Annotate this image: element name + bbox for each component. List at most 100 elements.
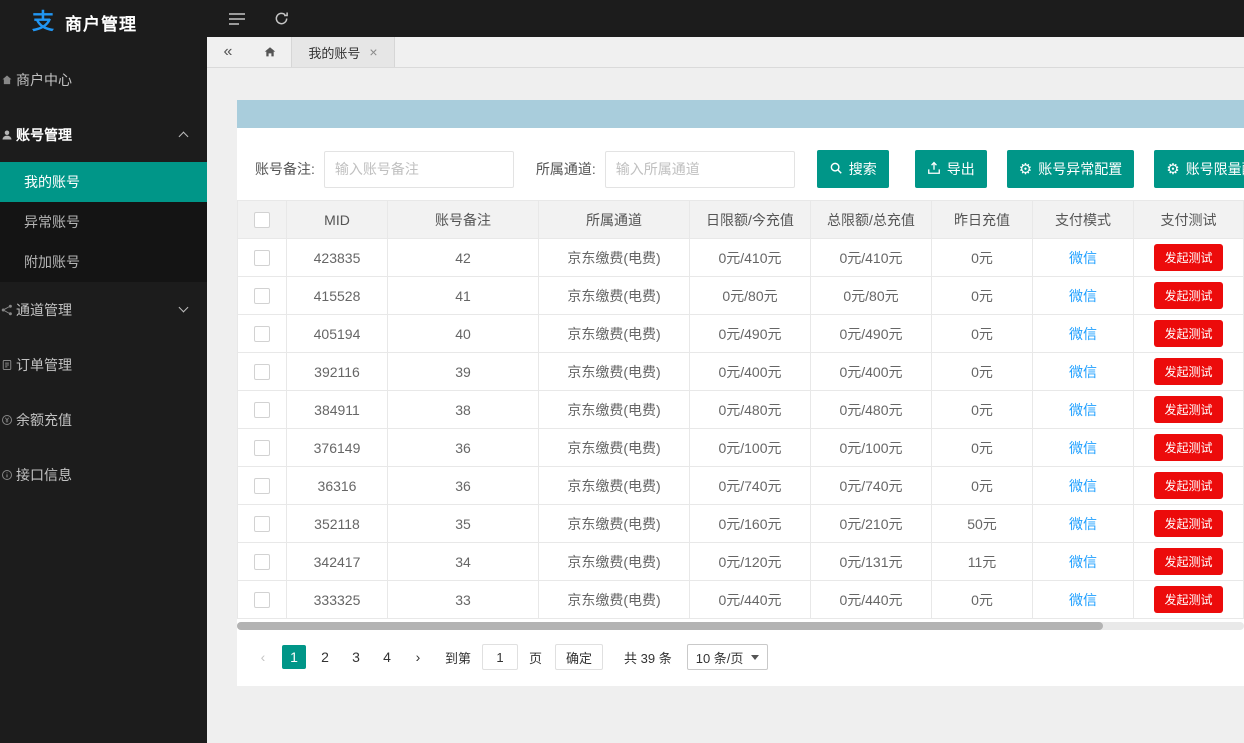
- cell-channel: 京东缴费(电费): [539, 353, 690, 391]
- page-size-select[interactable]: 10 条/页: [687, 644, 769, 670]
- cell-mid: 333325: [287, 581, 388, 619]
- page-number-button[interactable]: 1: [282, 645, 306, 669]
- start-test-button[interactable]: 发起测试: [1154, 510, 1222, 537]
- total-count: 共 39 条: [624, 648, 672, 667]
- payment-mode-link[interactable]: 微信: [1033, 429, 1134, 467]
- sidebar-item-account-management[interactable]: 账号管理: [0, 107, 207, 162]
- cell-yesterday: 0元: [932, 581, 1033, 619]
- cell-channel: 京东缴费(电费): [539, 429, 690, 467]
- cell-remark: 38: [388, 391, 539, 429]
- export-button[interactable]: 导出: [915, 150, 987, 188]
- sidebar-item-channel-management[interactable]: 通道管理: [0, 282, 207, 337]
- tab-my-accounts[interactable]: 我的账号 ×: [291, 37, 395, 67]
- row-checkbox[interactable]: [254, 516, 270, 532]
- cell-yesterday: 0元: [932, 239, 1033, 277]
- sidebar-item-api-info[interactable]: 接口信息: [0, 447, 207, 502]
- start-test-button[interactable]: 发起测试: [1154, 586, 1222, 613]
- page-number-button[interactable]: 4: [375, 645, 399, 669]
- payment-mode-link[interactable]: 微信: [1033, 353, 1134, 391]
- confirm-page-button[interactable]: 确定: [555, 644, 603, 670]
- row-checkbox[interactable]: [254, 554, 270, 570]
- content: 账号备注: 所属通道: 搜索 导出: [207, 68, 1244, 743]
- start-test-button[interactable]: 发起测试: [1154, 396, 1222, 423]
- cell-mid: 423835: [287, 239, 388, 277]
- table-row: 342417 34 京东缴费(电费) 0元/120元 0元/131元 11元 微…: [238, 543, 1244, 581]
- payment-mode-link[interactable]: 微信: [1033, 505, 1134, 543]
- row-checkbox[interactable]: [254, 402, 270, 418]
- goto-page-input[interactable]: [482, 644, 518, 670]
- start-test-button[interactable]: 发起测试: [1154, 320, 1222, 347]
- start-test-button[interactable]: 发起测试: [1154, 244, 1222, 271]
- accounts-table: MID 账号备注 所属通道 日限额/今充值 总限额/总充值 昨日充值 支付模式 …: [237, 200, 1244, 619]
- cell-yesterday: 0元: [932, 391, 1033, 429]
- horizontal-scrollbar-track[interactable]: [237, 622, 1244, 630]
- prev-page-button[interactable]: ‹: [251, 645, 275, 669]
- close-icon[interactable]: ×: [369, 45, 377, 59]
- sidebar-item-additional-accounts[interactable]: 附加账号: [0, 242, 207, 282]
- cell-yesterday: 50元: [932, 505, 1033, 543]
- chevron-up-icon: [179, 132, 189, 142]
- channel-input[interactable]: [605, 151, 795, 188]
- start-test-button[interactable]: 发起测试: [1154, 358, 1222, 385]
- payment-mode-link[interactable]: 微信: [1033, 581, 1134, 619]
- row-checkbox[interactable]: [254, 250, 270, 266]
- remark-input[interactable]: [324, 151, 514, 188]
- notice-banner: [237, 100, 1244, 128]
- cell-daily-limit: 0元/480元: [690, 391, 811, 429]
- sidebar-item-merchant-center[interactable]: 商户中心: [0, 52, 207, 107]
- payment-mode-link[interactable]: 微信: [1033, 391, 1134, 429]
- sidebar-toggle-icon[interactable]: [228, 12, 246, 26]
- limit-config-button[interactable]: ⚙ 账号限量配置: [1154, 150, 1244, 188]
- home-tab-icon[interactable]: [249, 37, 291, 67]
- row-checkbox[interactable]: [254, 326, 270, 342]
- cell-mid: 384911: [287, 391, 388, 429]
- collapse-tabs-icon[interactable]: «: [207, 37, 249, 67]
- cell-remark: 39: [388, 353, 539, 391]
- start-test-button[interactable]: 发起测试: [1154, 434, 1222, 461]
- page-number-button[interactable]: 2: [313, 645, 337, 669]
- filter-bar: 账号备注: 所属通道: 搜索 导出: [237, 128, 1244, 188]
- row-checkbox[interactable]: [254, 440, 270, 456]
- cell-yesterday: 0元: [932, 315, 1033, 353]
- row-checkbox[interactable]: [254, 288, 270, 304]
- nav-label: 账号管理: [16, 125, 72, 145]
- app-logo: 支 商户管理: [0, 0, 207, 44]
- row-checkbox[interactable]: [254, 478, 270, 494]
- cell-daily-limit: 0元/410元: [690, 239, 811, 277]
- nav-label: 余额充值: [16, 410, 72, 430]
- app-title: 商户管理: [65, 10, 137, 35]
- cell-channel: 京东缴费(电费): [539, 391, 690, 429]
- payment-mode-link[interactable]: 微信: [1033, 467, 1134, 505]
- payment-mode-link[interactable]: 微信: [1033, 315, 1134, 353]
- cell-total-limit: 0元/100元: [811, 429, 932, 467]
- search-button[interactable]: 搜索: [817, 150, 889, 188]
- chevron-down-icon: [179, 303, 189, 313]
- select-all-checkbox[interactable]: [254, 212, 270, 228]
- start-test-button[interactable]: 发起测试: [1154, 548, 1222, 575]
- cell-remark: 36: [388, 429, 539, 467]
- start-test-button[interactable]: 发起测试: [1154, 282, 1222, 309]
- cell-total-limit: 0元/80元: [811, 277, 932, 315]
- abnormal-config-button[interactable]: ⚙ 账号异常配置: [1007, 150, 1134, 188]
- row-checkbox[interactable]: [254, 592, 270, 608]
- page-number-button[interactable]: 3: [344, 645, 368, 669]
- refresh-icon[interactable]: [274, 11, 289, 26]
- sidebar-item-abnormal-accounts[interactable]: 异常账号: [0, 202, 207, 242]
- cell-mid: 376149: [287, 429, 388, 467]
- payment-mode-link[interactable]: 微信: [1033, 277, 1134, 315]
- start-test-button[interactable]: 发起测试: [1154, 472, 1222, 499]
- cell-yesterday: 0元: [932, 467, 1033, 505]
- cell-mid: 405194: [287, 315, 388, 353]
- sidebar-item-order-management[interactable]: 订单管理: [0, 337, 207, 392]
- sidebar-item-my-accounts[interactable]: 我的账号: [0, 162, 207, 202]
- user-icon: [1, 129, 13, 141]
- row-checkbox[interactable]: [254, 364, 270, 380]
- payment-mode-link[interactable]: 微信: [1033, 543, 1134, 581]
- cell-total-limit: 0元/490元: [811, 315, 932, 353]
- nav-label: 接口信息: [16, 465, 72, 485]
- cell-yesterday: 0元: [932, 429, 1033, 467]
- payment-mode-link[interactable]: 微信: [1033, 239, 1134, 277]
- next-page-button[interactable]: ›: [406, 645, 430, 669]
- sidebar-item-balance-recharge[interactable]: 余额充值: [0, 392, 207, 447]
- horizontal-scrollbar-thumb[interactable]: [237, 622, 1103, 630]
